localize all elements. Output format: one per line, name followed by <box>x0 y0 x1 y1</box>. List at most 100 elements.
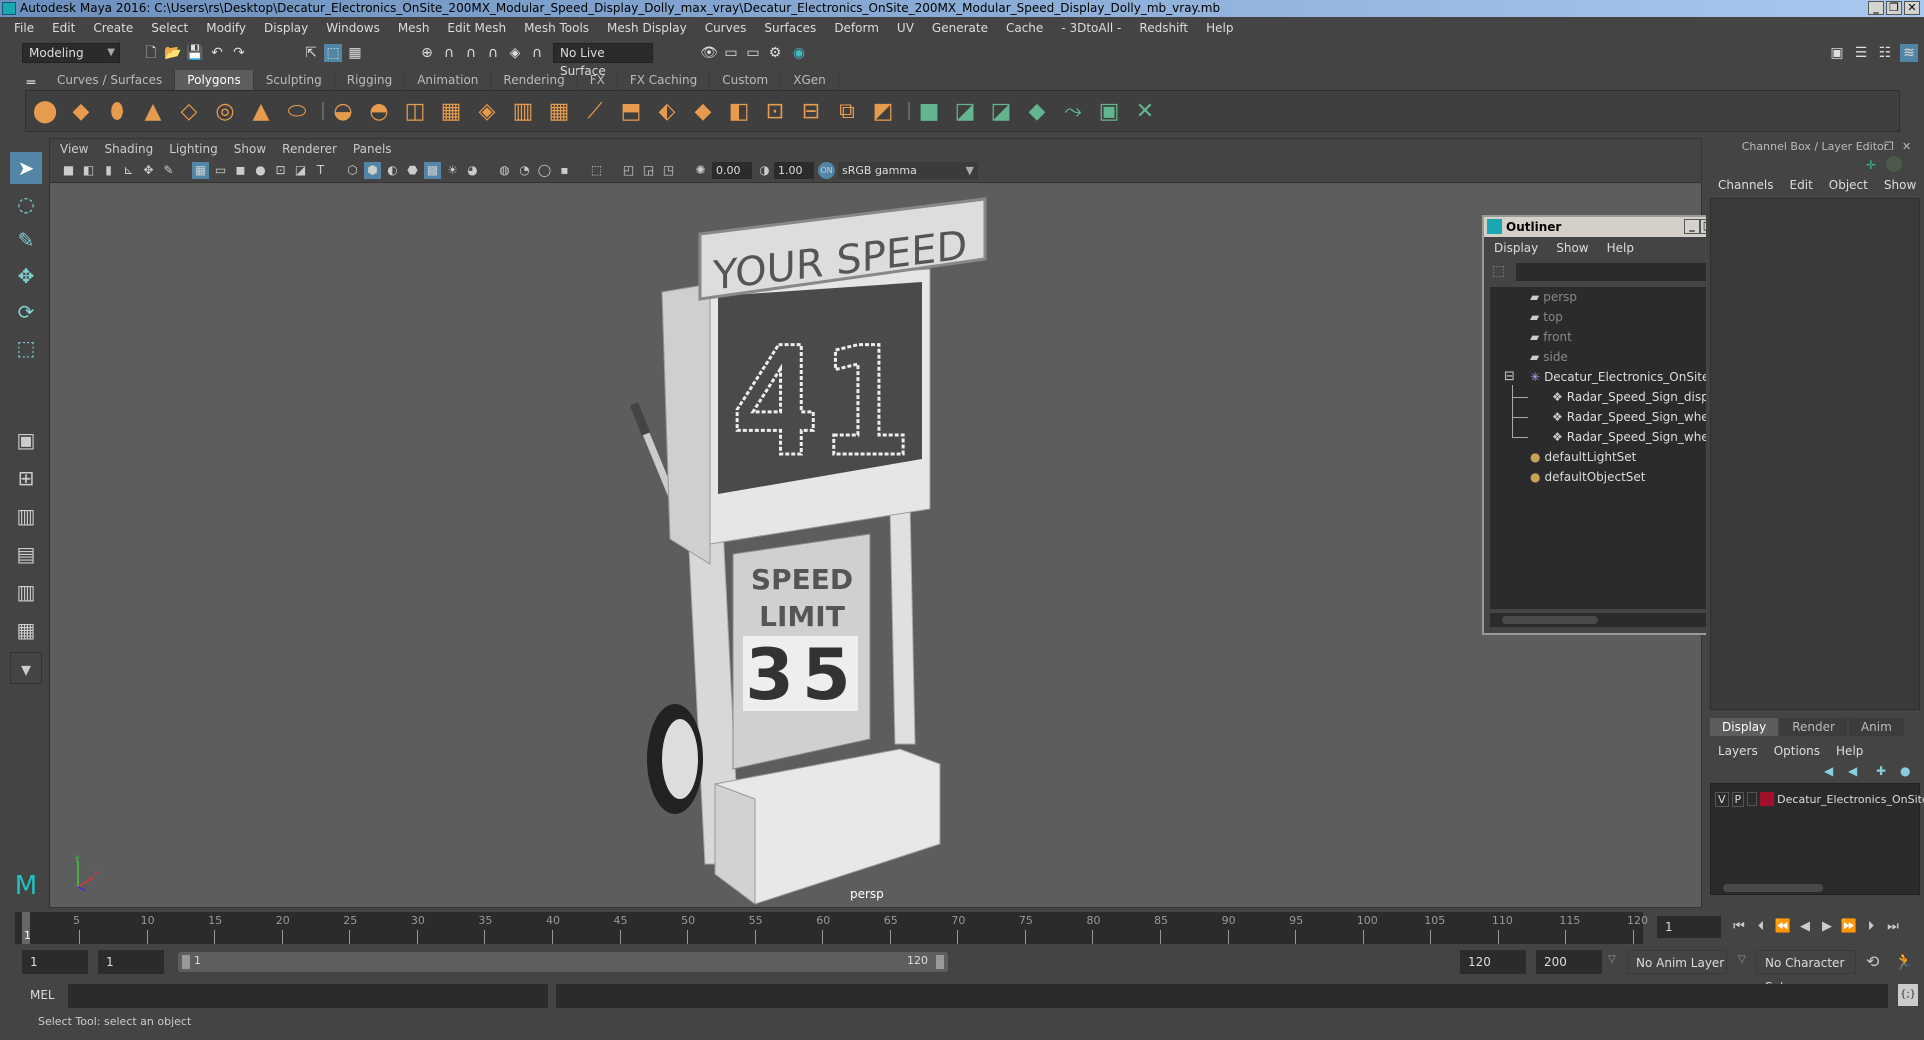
menu-mesh[interactable]: Mesh <box>398 21 430 35</box>
ipr-render-icon[interactable]: ▭ <box>744 44 762 62</box>
image-plane-icon[interactable]: ⊾ <box>120 162 137 179</box>
shelf-tool-31-icon[interactable]: ✕ <box>1132 99 1158 125</box>
screen-space-ao-icon[interactable]: ◍ <box>496 162 513 179</box>
auto-key-icon[interactable]: ⟲ <box>1866 952 1879 971</box>
command-language-label[interactable]: MEL <box>30 988 55 1002</box>
outliner-menu-show[interactable]: Show <box>1556 241 1588 255</box>
outliner-filter-field[interactable] <box>1516 263 1731 281</box>
menu-help[interactable]: Help <box>1206 21 1233 35</box>
shelf-tab-rendering[interactable]: Rendering <box>491 70 578 90</box>
menu-uv[interactable]: UV <box>897 21 914 35</box>
playback-end-field[interactable]: 120 <box>1460 950 1526 974</box>
outliner-persp-layout-icon[interactable]: ▥ <box>10 500 42 532</box>
multicut-icon[interactable]: ◆ <box>690 99 716 125</box>
outliner-titlebar[interactable]: Outliner _ □ ✕ <box>1484 217 1735 237</box>
end-time-field[interactable]: 200 <box>1536 950 1602 974</box>
snap-pivot-icon[interactable]: ∩ <box>528 44 546 62</box>
xray-components-icon[interactable]: ◳ <box>660 162 677 179</box>
step-back-key-icon[interactable]: ⏪ <box>1774 918 1792 936</box>
chevron-down-icon[interactable]: ▽ <box>1608 954 1616 965</box>
use-all-lights-icon[interactable]: ☀ <box>444 162 461 179</box>
snap-grid-icon[interactable]: ⊕ <box>418 44 436 62</box>
wireframe-icon[interactable]: ⬡ <box>344 162 361 179</box>
poly-cylinder-icon[interactable]: ⬮ <box>104 99 130 125</box>
shelf-tab-custom[interactable]: Custom <box>710 70 782 90</box>
viewport-menu-renderer[interactable]: Renderer <box>282 142 337 156</box>
channel-toggle-icon[interactable] <box>1886 156 1902 172</box>
snap-surface-icon[interactable]: ◈ <box>506 44 524 62</box>
render-settings-icon[interactable]: ⚙ <box>766 44 784 62</box>
channel-box-menu-channels[interactable]: Channels <box>1718 178 1774 192</box>
menu-edit-mesh[interactable]: Edit Mesh <box>447 21 506 35</box>
hypershade-layout-icon[interactable]: ▥ <box>10 576 42 608</box>
multisample-aa-icon[interactable]: ◯ <box>536 162 553 179</box>
viewport-menu-lighting[interactable]: Lighting <box>169 142 218 156</box>
color-management-toggle-icon[interactable]: ON <box>818 162 835 179</box>
scroll-thumb[interactable] <box>1723 884 1823 892</box>
grid-icon[interactable]: ▦ <box>192 162 209 179</box>
redo-icon[interactable]: ↷ <box>230 44 248 62</box>
move-layer-down-icon[interactable]: ◀ <box>1848 764 1857 778</box>
combine-icon[interactable]: ◒ <box>330 99 356 125</box>
viewport-menu-show[interactable]: Show <box>234 142 266 156</box>
render-view-icon[interactable]: 👁 <box>700 44 718 62</box>
outliner-item[interactable]: ▰ side <box>1530 347 1568 367</box>
viewport-menu-panels[interactable]: Panels <box>353 142 392 156</box>
menu-edit[interactable]: Edit <box>52 21 75 35</box>
separate-icon[interactable]: ◓ <box>366 99 392 125</box>
automatic-uv-icon[interactable]: ⊟ <box>798 99 824 125</box>
attribute-editor-icon[interactable]: ☰ <box>1852 44 1870 62</box>
scroll-thumb[interactable] <box>1502 616 1598 624</box>
menu-generate[interactable]: Generate <box>932 21 988 35</box>
uv-editor-icon[interactable]: ⧉ <box>834 99 860 125</box>
shelf-tab-fx[interactable]: FX <box>578 70 618 90</box>
poly-pyramid-icon[interactable]: ▲ <box>248 99 274 125</box>
smooth-shade-icon[interactable]: ⬢ <box>364 162 381 179</box>
extract-icon[interactable]: ◫ <box>402 99 428 125</box>
minimize-button[interactable]: _ <box>1868 1 1884 15</box>
layer-display-type-toggle[interactable] <box>1747 792 1758 806</box>
snap-point-icon[interactable]: ∩ <box>462 44 480 62</box>
exposure-field[interactable]: 0.00 <box>712 162 752 179</box>
menu-surfaces[interactable]: Surfaces <box>764 21 816 35</box>
poly-sphere-icon[interactable]: ⬤ <box>32 99 58 125</box>
anim-layer-dropdown[interactable]: No Anim Layer <box>1627 950 1727 974</box>
poly-pipe-icon[interactable]: ⬭ <box>284 99 310 125</box>
new-layer-icon[interactable]: ✚ <box>1876 764 1886 778</box>
shelf-tool-29-icon[interactable]: ⤳ <box>1060 99 1086 125</box>
save-scene-icon[interactable]: 💾 <box>186 44 204 62</box>
select-hierarchy-icon[interactable]: ⇱ <box>302 44 320 62</box>
viewport-menu-view[interactable]: View <box>60 142 88 156</box>
append-icon[interactable]: ⬖ <box>654 99 680 125</box>
new-layer-selected-icon[interactable]: ● <box>1900 764 1910 778</box>
step-back-frame-icon[interactable]: ⏴ <box>1752 918 1770 936</box>
outliner-item[interactable]: ❖ Radar_Speed_Sign_display <box>1552 387 1727 407</box>
3d-viewport[interactable]: 41 YOUR SPEED SPEED LIMIT 35 y x persp <box>50 184 1701 907</box>
shelf-tab-fx-caching[interactable]: FX Caching <box>618 70 711 90</box>
persp-graph-layout-icon[interactable]: ▤ <box>10 538 42 570</box>
layer-color-swatch[interactable] <box>1760 792 1775 806</box>
menu-modify[interactable]: Modify <box>206 21 246 35</box>
boolean-icon[interactable]: ◈ <box>474 99 500 125</box>
bevel-icon[interactable]: ▦ <box>546 99 572 125</box>
extrude-icon[interactable]: ⬒ <box>618 99 644 125</box>
layer-tab-anim[interactable]: Anim <box>1848 718 1904 736</box>
outliner-item[interactable]: ● defaultLightSet <box>1530 447 1636 467</box>
shelf-tool-25-icon[interactable]: ■ <box>916 99 942 125</box>
xray-joints-icon[interactable]: ◲ <box>640 162 657 179</box>
go-to-end-icon[interactable]: ⏭ <box>1884 918 1902 936</box>
outliner-menu-help[interactable]: Help <box>1607 241 1634 255</box>
lasso-tool-icon[interactable]: ◌ <box>10 188 42 220</box>
undo-icon[interactable]: ↶ <box>208 44 226 62</box>
current-frame-field[interactable]: 1 <box>1657 916 1721 938</box>
textured-icon[interactable]: ▩ <box>424 162 441 179</box>
gate-mask-icon[interactable]: ● <box>252 162 269 179</box>
layer-menu-options[interactable]: Options <box>1774 744 1820 758</box>
select-tool-icon[interactable]: ➤ <box>10 152 42 184</box>
manipulator-axis-icon[interactable]: ✛ <box>1866 158 1876 172</box>
isolate-select-icon[interactable]: ⬚ <box>588 162 605 179</box>
menu-set-dropdown[interactable]: Modeling ▼ <box>22 43 120 63</box>
menu-select[interactable]: Select <box>151 21 188 35</box>
menu-curves[interactable]: Curves <box>705 21 747 35</box>
command-input[interactable] <box>68 984 548 1008</box>
